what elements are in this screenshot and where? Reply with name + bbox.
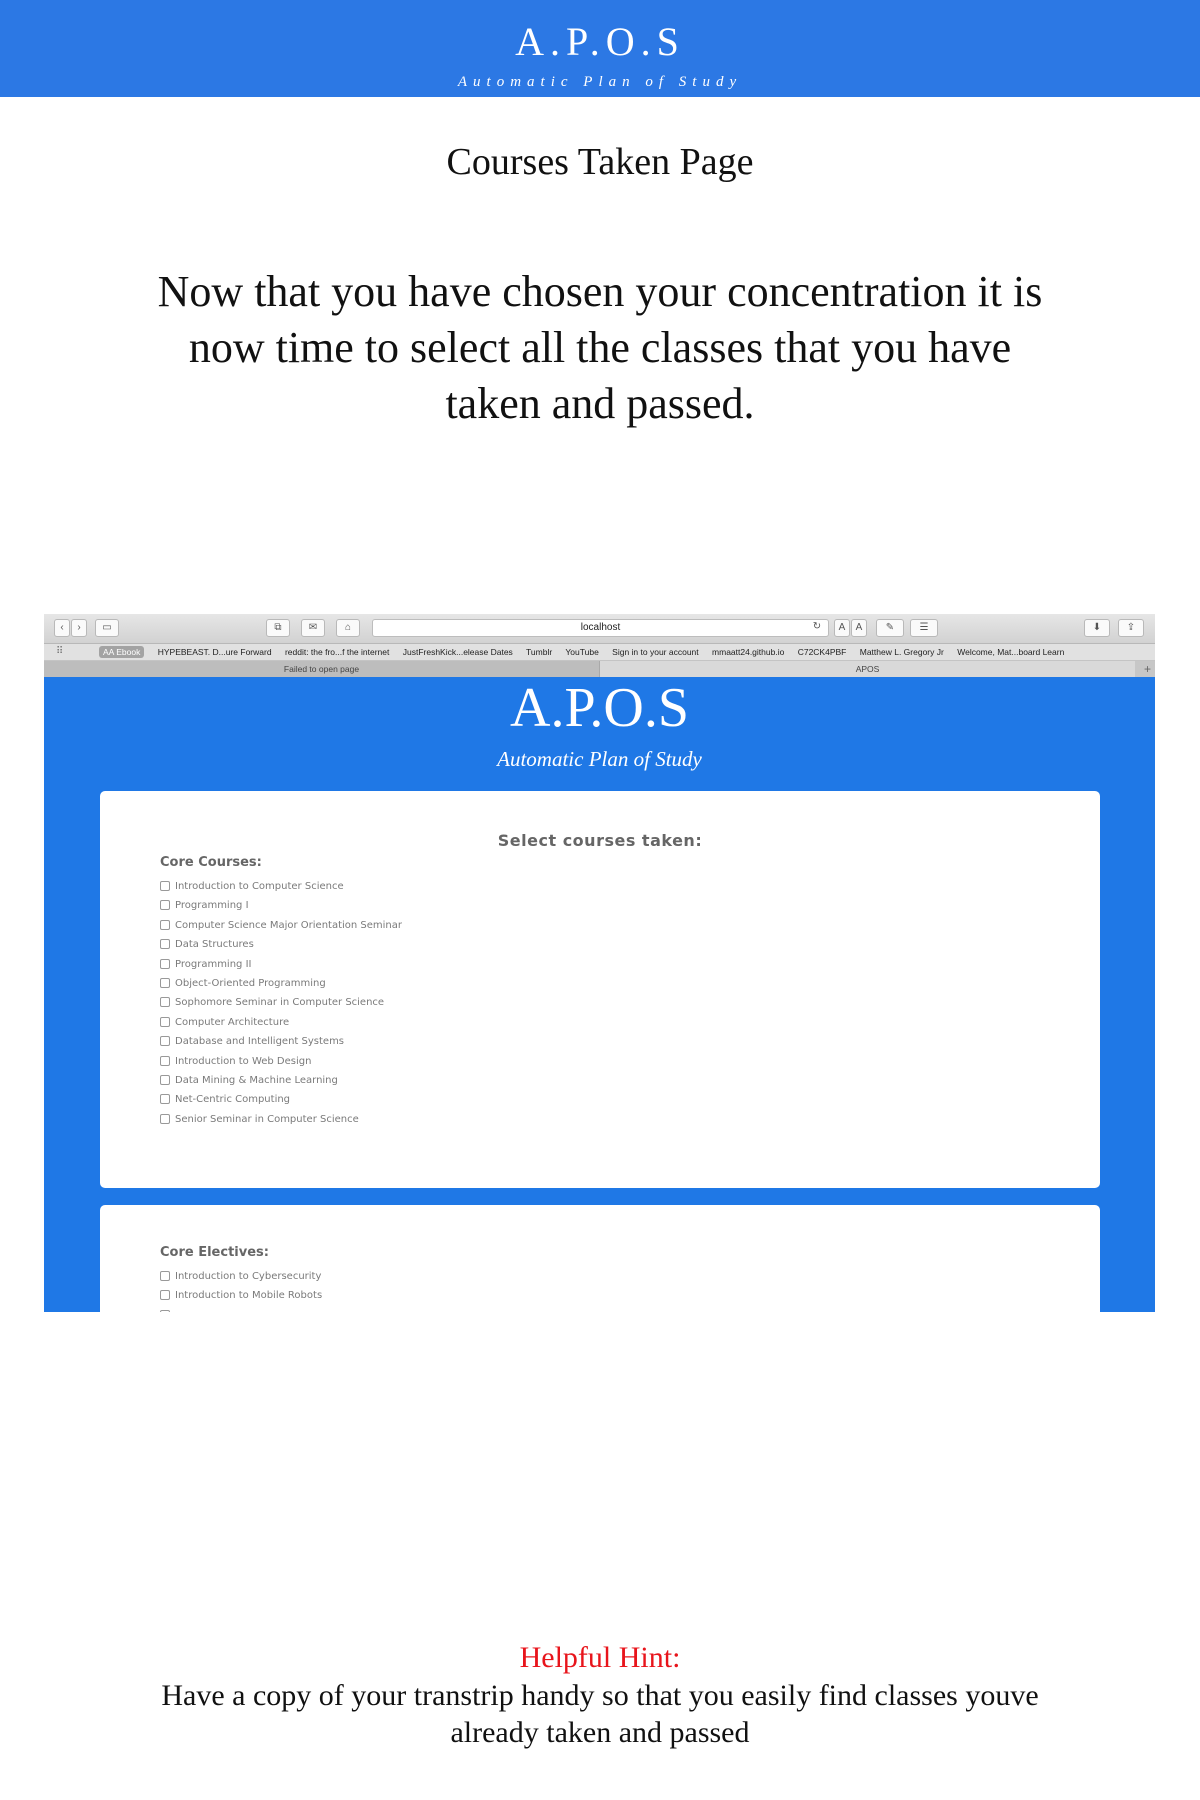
bookmark-item[interactable]: JustFreshKick...elease Dates bbox=[403, 647, 513, 657]
course-label: Senior Seminar in Computer Science bbox=[175, 1113, 359, 1125]
course-label: Object-Oriented Programming bbox=[175, 977, 326, 989]
course-item[interactable]: Data Mining & Machine Learning bbox=[160, 1071, 402, 1090]
course-label: Sophomore Seminar in Computer Science bbox=[175, 997, 385, 1009]
bookmark-item[interactable]: Sign in to your account bbox=[612, 647, 698, 657]
course-checkbox[interactable] bbox=[160, 997, 170, 1008]
course-item[interactable]: Net-Centric Computing bbox=[160, 1090, 402, 1109]
bookmark-item[interactable]: AA Ebook bbox=[99, 646, 145, 658]
course-item[interactable]: Sophomore Seminar in Computer Science bbox=[160, 993, 402, 1012]
course-checkbox[interactable] bbox=[160, 900, 170, 911]
sidebar-icon[interactable]: ▭ bbox=[95, 619, 119, 637]
pen-icon[interactable]: ✎ bbox=[876, 619, 904, 637]
bookmark-item[interactable]: Matthew L. Gregory Jr bbox=[860, 647, 944, 657]
course-label: Net-Centric Computing bbox=[175, 1094, 291, 1106]
back-icon[interactable]: ‹ bbox=[54, 619, 70, 637]
browser-toolbar: ‹ › ▭ ⧉ ✉ ⌂ localhost ↻ A A ✎ ☰ ⬇ ⇪ bbox=[44, 614, 1155, 644]
hint-title: Helpful Hint: bbox=[519, 1641, 681, 1674]
course-checkbox[interactable] bbox=[160, 958, 170, 969]
forward-icon[interactable]: › bbox=[71, 619, 87, 637]
course-label: Computer Architecture bbox=[175, 1016, 290, 1028]
bookmark-item[interactable]: mmaatt24.github.io bbox=[712, 647, 784, 657]
site-tagline: Automatic Plan of Study bbox=[457, 74, 743, 90]
bookmark-item[interactable]: Welcome, Mat...board Learn bbox=[957, 647, 1064, 657]
course-checkbox[interactable] bbox=[160, 1113, 170, 1124]
course-label: Introduction to Web Design bbox=[175, 1055, 312, 1067]
course-item[interactable]: Senior Seminar in Computer Science bbox=[160, 1110, 402, 1129]
course-checkbox[interactable] bbox=[160, 919, 170, 930]
course-checkbox[interactable] bbox=[160, 1094, 170, 1105]
core-courses-list: Introduction to Computer Science Program… bbox=[160, 877, 402, 1129]
home-icon[interactable]: ⌂ bbox=[336, 619, 360, 637]
course-label: Data Structures bbox=[175, 939, 254, 951]
reader-icon[interactable]: ☰ bbox=[910, 619, 938, 637]
courses-card: Select courses taken: Core Courses: Intr… bbox=[100, 791, 1100, 1188]
course-label: Introduction to Cybersecurity bbox=[175, 1271, 322, 1282]
course-label: Programming II bbox=[175, 958, 252, 970]
course-checkbox[interactable] bbox=[160, 1036, 170, 1047]
course-item[interactable] bbox=[160, 1306, 322, 1312]
bookmark-item[interactable]: reddit: the fro...f the internet bbox=[285, 647, 389, 657]
course-checkbox[interactable] bbox=[160, 881, 170, 891]
course-item[interactable]: Computer Science Major Orientation Semin… bbox=[160, 916, 402, 935]
page-title: Courses Taken Page bbox=[446, 141, 754, 183]
course-item[interactable]: Computer Architecture bbox=[160, 1013, 402, 1032]
course-item[interactable]: Introduction to Web Design bbox=[160, 1052, 402, 1071]
browser-screenshot: ‹ › ▭ ⧉ ✉ ⌂ localhost ↻ A A ✎ ☰ ⬇ ⇪ ⠿ AA… bbox=[44, 614, 1155, 1312]
apps-grid-icon[interactable]: ⠿ bbox=[56, 644, 63, 660]
course-label: Introduction to Mobile Robots bbox=[175, 1290, 323, 1302]
site-header: A.P.O.S Automatic Plan of Study bbox=[0, 0, 1200, 97]
course-label: Computer Science Major Orientation Semin… bbox=[175, 919, 403, 931]
core-electives-label: Core Electives: bbox=[160, 1245, 269, 1260]
font-smaller-button[interactable]: A bbox=[834, 619, 850, 637]
course-item[interactable]: Database and Intelligent Systems bbox=[160, 1032, 402, 1051]
address-bar[interactable]: localhost bbox=[372, 619, 829, 637]
core-courses-label: Core Courses: bbox=[160, 855, 262, 870]
course-checkbox[interactable] bbox=[160, 1016, 170, 1027]
app-tagline: Automatic Plan of Study bbox=[497, 747, 702, 771]
course-item[interactable]: Introduction to Mobile Robots bbox=[160, 1286, 322, 1305]
reload-icon[interactable]: ↻ bbox=[810, 619, 824, 635]
course-item[interactable]: Data Structures bbox=[160, 935, 402, 954]
bookmarks-bar: ⠿ AA Ebook HYPEBEAST. D...ure Forward re… bbox=[44, 644, 1155, 661]
share-icon[interactable]: ⇪ bbox=[1118, 619, 1144, 637]
bookmark-item[interactable]: C72CK4PBF bbox=[798, 647, 847, 657]
tabs-overview-icon[interactable]: ⧉ bbox=[266, 619, 290, 637]
hint-text: Have a copy of your transtrip handy so t… bbox=[161, 1679, 1039, 1749]
course-item[interactable]: Object-Oriented Programming bbox=[160, 974, 402, 993]
course-label: Introduction to Computer Science bbox=[175, 881, 344, 892]
site-logo[interactable]: A.P.O.S bbox=[0, 22, 1200, 62]
course-item[interactable]: Introduction to Cybersecurity bbox=[160, 1267, 322, 1286]
course-checkbox[interactable] bbox=[160, 1074, 170, 1085]
intro-text: Now that you have chosen your concentrat… bbox=[157, 267, 1043, 428]
course-label: Database and Intelligent Systems bbox=[175, 1036, 345, 1048]
download-icon[interactable]: ⬇ bbox=[1084, 619, 1110, 637]
course-checkbox[interactable] bbox=[160, 1309, 170, 1312]
electives-card: Core Electives: Introduction to Cybersec… bbox=[100, 1205, 1100, 1312]
bookmark-item[interactable]: YouTube bbox=[565, 647, 598, 657]
font-larger-button[interactable]: A bbox=[851, 619, 867, 637]
course-checkbox[interactable] bbox=[160, 977, 170, 988]
course-item[interactable]: Programming II bbox=[160, 955, 402, 974]
course-item[interactable]: Introduction to Computer Science bbox=[160, 877, 402, 896]
course-label: Programming I bbox=[175, 900, 249, 912]
app-logo: A.P.O.S bbox=[510, 677, 689, 739]
course-checkbox[interactable] bbox=[160, 939, 170, 950]
course-checkbox[interactable] bbox=[160, 1055, 170, 1066]
course-checkbox[interactable] bbox=[160, 1271, 170, 1281]
course-item[interactable]: Programming I bbox=[160, 896, 402, 915]
mail-icon[interactable]: ✉ bbox=[301, 619, 325, 637]
card-title: Select courses taken: bbox=[497, 831, 703, 850]
bookmark-item[interactable]: HYPEBEAST. D...ure Forward bbox=[158, 647, 272, 657]
course-label: Data Mining & Machine Learning bbox=[175, 1074, 338, 1086]
core-electives-list: Introduction to Cybersecurity Introducti… bbox=[160, 1267, 322, 1312]
course-checkbox[interactable] bbox=[160, 1290, 170, 1301]
bookmark-item[interactable]: Tumblr bbox=[526, 647, 552, 657]
